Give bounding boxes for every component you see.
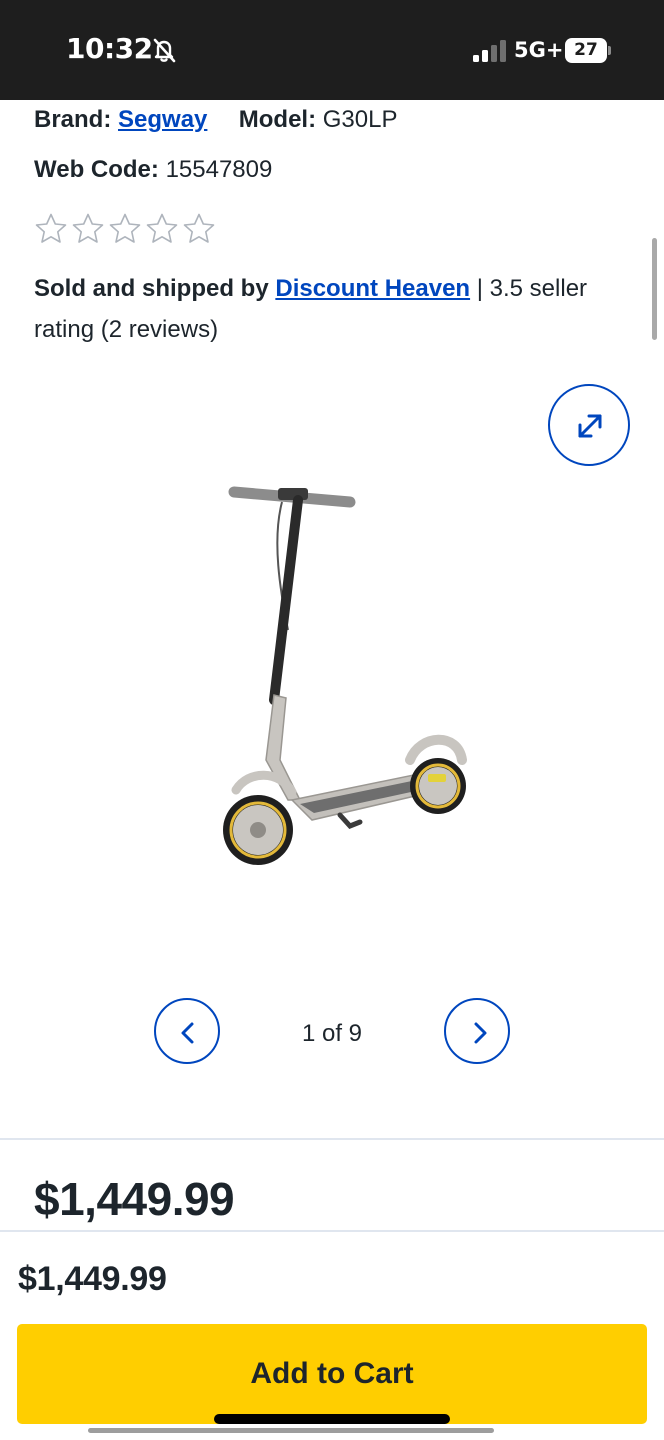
image-counter: 1 of 9 xyxy=(301,1020,363,1047)
seller-link[interactable]: Discount Heaven xyxy=(275,275,470,302)
rating-stars[interactable] xyxy=(34,212,218,248)
network-type: 5G+ xyxy=(514,38,564,62)
brand-model-line: Brand: Segway Model: G30LP xyxy=(34,106,397,134)
home-indicator[interactable] xyxy=(214,1414,450,1424)
star-empty-icon xyxy=(109,213,141,243)
next-image-button[interactable] xyxy=(444,998,510,1064)
expand-icon xyxy=(578,414,602,438)
chevron-left-icon xyxy=(181,1022,194,1044)
star-empty-icon xyxy=(72,213,104,243)
battery-level: 27 xyxy=(574,40,598,60)
add-to-cart-button[interactable]: Add to Cart xyxy=(17,1324,647,1424)
model-label: Model: xyxy=(238,106,317,133)
status-time: 10:32 xyxy=(66,32,153,65)
expand-image-button[interactable] xyxy=(548,384,630,466)
web-code-label: Web Code: xyxy=(34,156,159,183)
sticky-price: $1,449.99 xyxy=(18,1260,167,1298)
scrollbar[interactable] xyxy=(652,238,657,340)
star-empty-icon xyxy=(146,213,178,243)
product-price: $1,449.99 xyxy=(34,1173,235,1225)
bell-slash-icon xyxy=(153,38,176,63)
seller-info: Sold and shipped by Discount Heaven | 3.… xyxy=(34,268,634,350)
status-bar: 10:32 5G+ 27 xyxy=(0,0,664,100)
sticky-cart-bar: $1,449.99 Add to Cart xyxy=(0,1230,664,1440)
web-code-value: 15547809 xyxy=(165,156,273,183)
star-empty-icon xyxy=(35,213,67,243)
signal-bars-icon xyxy=(473,40,506,62)
chevron-right-icon xyxy=(474,1022,487,1044)
product-image[interactable] xyxy=(200,470,490,890)
web-code-line: Web Code: 15547809 xyxy=(34,156,272,184)
brand-link[interactable]: Segway xyxy=(118,106,207,133)
battery-icon: 27 xyxy=(565,38,611,63)
brand-label: Brand: xyxy=(34,106,112,133)
model-value: G30LP xyxy=(322,106,398,133)
previous-image-button[interactable] xyxy=(154,998,220,1064)
sold-by-label: Sold and shipped by xyxy=(34,275,269,302)
divider xyxy=(0,1138,664,1140)
star-empty-icon xyxy=(183,213,215,243)
horizontal-scrollbar[interactable] xyxy=(88,1428,494,1433)
